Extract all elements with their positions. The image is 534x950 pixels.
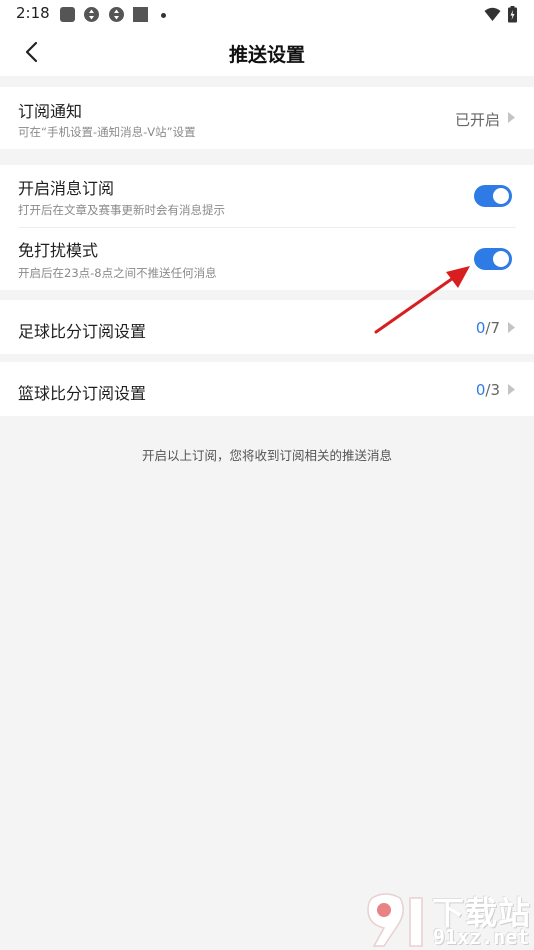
message-subscription-subtitle: 打开后在文章及赛事更新时会有消息提示 [18, 203, 225, 217]
battery-charging-icon [508, 6, 517, 23]
annotation-arrow-icon [374, 266, 470, 334]
do-not-disturb-subtitle: 开启后在23点-8点之间不推送任何消息 [18, 266, 217, 280]
sync-icon [84, 7, 99, 22]
subscription-notice-card: 订阅通知 可在“手机设置-通知消息-V站”设置 已开启 [0, 87, 534, 149]
dot-icon [161, 13, 166, 18]
toggle-knob [493, 251, 509, 267]
watermark-logo [367, 893, 423, 947]
app-header: 推送设置 [0, 28, 534, 76]
message-subscription-title: 开启消息订阅 [18, 179, 115, 198]
sync-icon [109, 7, 124, 22]
subscription-notice-row[interactable]: 订阅通知 可在“手机设置-通知消息-V站”设置 已开启 [0, 87, 534, 149]
watermark-text-bottom: 91xz.net [433, 925, 530, 949]
do-not-disturb-toggle[interactable] [474, 248, 512, 270]
message-subscription-toggle[interactable] [474, 185, 512, 207]
toggle-knob [493, 188, 509, 204]
football-total-count: /7 [485, 319, 500, 337]
basketball-scores-card: 篮球比分订阅设置 0/3 [0, 362, 534, 416]
subscription-notice-subtitle: 可在“手机设置-通知消息-V站”设置 [18, 125, 196, 139]
chevron-right-icon [508, 384, 515, 395]
page-title: 推送设置 [228, 44, 305, 66]
basketball-scores-row[interactable]: 篮球比分订阅设置 0/3 [0, 362, 534, 416]
subscription-notice-title: 订阅通知 [18, 102, 83, 121]
chevron-right-icon [508, 322, 515, 333]
basketball-scores-title: 篮球比分订阅设置 [18, 384, 147, 403]
message-subscription-row: 开启消息订阅 打开后在文章及赛事更新时会有消息提示 [0, 165, 534, 227]
app-notification-icon [60, 7, 75, 22]
football-scores-count: 0/7 [476, 319, 500, 337]
basketball-total-count: /3 [485, 381, 500, 399]
status-time: 2:18 [16, 4, 50, 22]
stop-icon [133, 7, 148, 22]
wifi-icon [484, 7, 501, 21]
football-scores-title: 足球比分订阅设置 [18, 322, 147, 341]
basketball-selected-count: 0 [475, 381, 486, 399]
footer-note: 开启以上订阅，您将收到订阅相关的推送消息 [141, 448, 392, 463]
status-bar: 2:18 [0, 0, 534, 28]
do-not-disturb-title: 免打扰模式 [18, 241, 99, 260]
basketball-scores-count: 0/3 [476, 381, 500, 399]
football-selected-count: 0 [475, 319, 486, 337]
chevron-right-icon [508, 112, 515, 123]
subscription-notice-status: 已开启 [454, 111, 500, 129]
